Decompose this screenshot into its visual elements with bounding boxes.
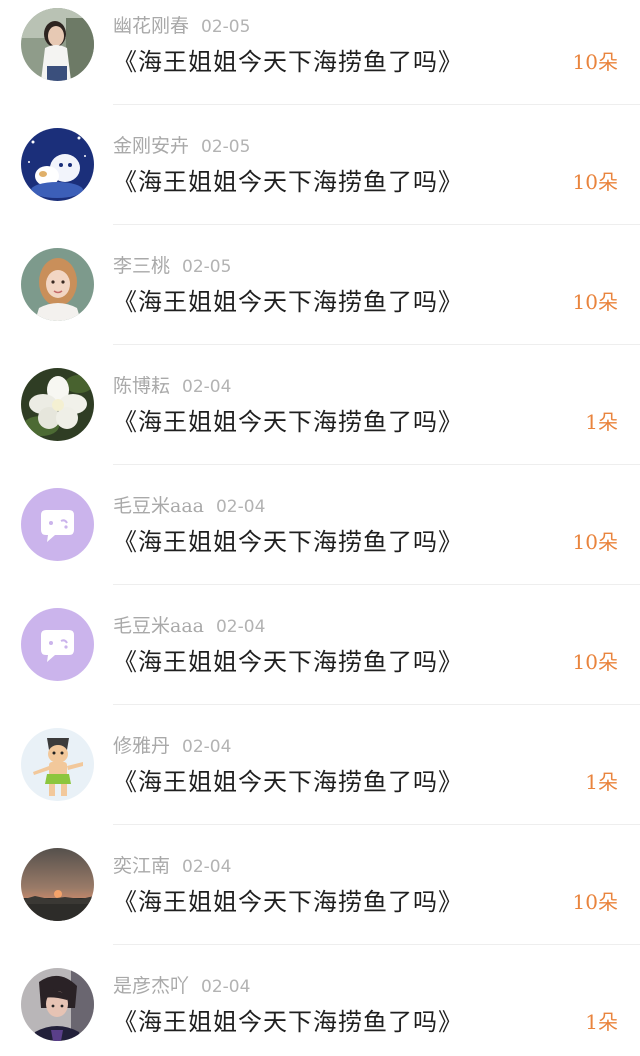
username[interactable]: 是彦杰吖 xyxy=(113,975,189,997)
flower-count: 10朵 xyxy=(572,170,618,194)
list-item[interactable]: 是彦杰吖 02-04 《海王姐姐今天下海捞鱼了吗》 1朵 xyxy=(0,960,640,1056)
flower-count: 1朵 xyxy=(585,1010,618,1034)
date: 02-04 xyxy=(215,617,266,637)
date: 02-05 xyxy=(201,17,251,37)
username[interactable]: 李三桃 xyxy=(113,255,170,277)
user-meta: 陈博耘 02-04 xyxy=(113,373,231,399)
date: 02-04 xyxy=(215,497,266,517)
flower-count: 10朵 xyxy=(572,650,618,674)
list-item[interactable]: 幽花刚春 02-05 《海王姐姐今天下海捞鱼了吗》 10朵 xyxy=(0,0,640,120)
list-item[interactable]: 金刚安卉 02-05 《海王姐姐今天下海捞鱼了吗》 10朵 xyxy=(0,120,640,240)
flower-count: 10朵 xyxy=(572,890,618,914)
username[interactable]: 修雅丹 xyxy=(113,735,170,757)
user-meta: 奕江南 02-04 xyxy=(113,853,231,879)
divider xyxy=(113,704,640,705)
user-meta: 毛豆米aaa 02-04 xyxy=(113,493,265,519)
book-title: 《海王姐姐今天下海捞鱼了吗》 xyxy=(113,1008,463,1036)
date: 02-04 xyxy=(182,377,232,397)
username[interactable]: 奕江南 xyxy=(113,855,170,877)
list-item[interactable]: 李三桃 02-05 《海王姐姐今天下海捞鱼了吗》 10朵 xyxy=(0,240,640,360)
list-item[interactable]: 奕江南 02-04 《海王姐姐今天下海捞鱼了吗》 10朵 xyxy=(0,840,640,960)
username[interactable]: 毛豆米aaa xyxy=(113,495,204,517)
date: 02-04 xyxy=(201,977,251,997)
divider xyxy=(113,824,640,825)
list-item[interactable]: 毛豆米aaa 02-04 《海王姐姐今天下海捞鱼了吗》 10朵 xyxy=(0,600,640,720)
flower-count: 10朵 xyxy=(572,530,618,554)
book-title: 《海王姐姐今天下海捞鱼了吗》 xyxy=(113,288,463,316)
flower-count: 1朵 xyxy=(585,410,618,434)
woman-portrait-avatar[interactable] xyxy=(21,248,94,321)
list-item[interactable]: 陈博耘 02-04 《海王姐姐今天下海捞鱼了吗》 1朵 xyxy=(0,360,640,480)
book-title: 《海王姐姐今天下海捞鱼了吗》 xyxy=(113,528,463,556)
username[interactable]: 幽花刚春 xyxy=(113,15,189,37)
flower-count: 1朵 xyxy=(585,770,618,794)
book-title: 《海王姐姐今天下海捞鱼了吗》 xyxy=(113,48,463,76)
user-meta: 修雅丹 02-04 xyxy=(113,733,231,759)
default-chat-bubble-avatar[interactable] xyxy=(21,608,94,681)
user-meta: 李三桃 02-05 xyxy=(113,253,231,279)
username[interactable]: 金刚安卉 xyxy=(113,135,189,157)
user-meta: 金刚安卉 02-05 xyxy=(113,133,250,159)
sunset-avatar[interactable] xyxy=(21,848,94,921)
man-portrait-avatar[interactable] xyxy=(21,968,94,1041)
book-title: 《海王姐姐今天下海捞鱼了吗》 xyxy=(113,648,463,676)
date: 02-04 xyxy=(182,737,232,757)
divider xyxy=(113,224,640,225)
default-chat-bubble-avatar[interactable] xyxy=(21,488,94,561)
list-item[interactable]: 毛豆米aaa 02-04 《海王姐姐今天下海捞鱼了吗》 10朵 xyxy=(0,480,640,600)
divider xyxy=(113,464,640,465)
flower-count: 10朵 xyxy=(572,290,618,314)
cartoon-animals-avatar[interactable] xyxy=(21,128,94,201)
gift-record-list: 幽花刚春 02-05 《海王姐姐今天下海捞鱼了吗》 10朵 金刚安卉 02-05 xyxy=(0,0,640,1056)
woman-portrait-avatar[interactable] xyxy=(21,8,94,81)
date: 02-05 xyxy=(201,137,251,157)
cartoon-boy-avatar[interactable] xyxy=(21,728,94,801)
book-title: 《海王姐姐今天下海捞鱼了吗》 xyxy=(113,408,463,436)
divider xyxy=(113,584,640,585)
user-meta: 毛豆米aaa 02-04 xyxy=(113,613,265,639)
date: 02-05 xyxy=(182,257,232,277)
book-title: 《海王姐姐今天下海捞鱼了吗》 xyxy=(113,888,463,916)
user-meta: 是彦杰吖 02-04 xyxy=(113,973,250,999)
divider xyxy=(113,104,640,105)
divider xyxy=(113,944,640,945)
date: 02-04 xyxy=(182,857,232,877)
username[interactable]: 陈博耘 xyxy=(113,375,170,397)
username[interactable]: 毛豆米aaa xyxy=(113,615,204,637)
book-title: 《海王姐姐今天下海捞鱼了吗》 xyxy=(113,168,463,196)
book-title: 《海王姐姐今天下海捞鱼了吗》 xyxy=(113,768,463,796)
white-flower-avatar[interactable] xyxy=(21,368,94,441)
list-item[interactable]: 修雅丹 02-04 《海王姐姐今天下海捞鱼了吗》 1朵 xyxy=(0,720,640,840)
user-meta: 幽花刚春 02-05 xyxy=(113,13,250,39)
divider xyxy=(113,344,640,345)
flower-count: 10朵 xyxy=(572,50,618,74)
